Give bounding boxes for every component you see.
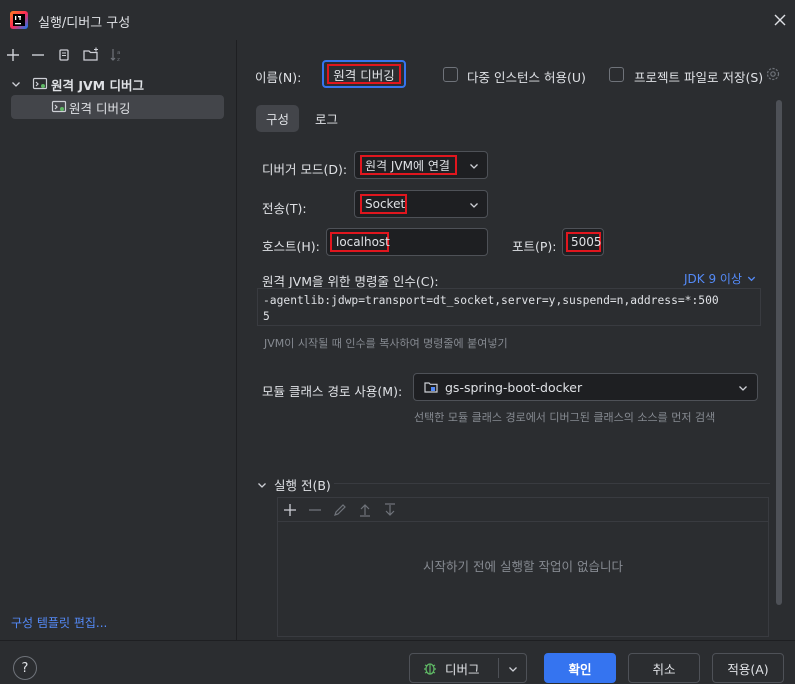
module-label: 모듈 클래스 경로 사용(M): [262, 384, 403, 399]
sort-icon[interactable]: az [108, 46, 126, 64]
tree-item-remote-debugging[interactable]: 원격 디버깅 [11, 95, 224, 119]
move-down-icon[interactable] [382, 502, 398, 518]
gear-icon[interactable] [765, 66, 781, 82]
name-field[interactable]: 원격 디버깅 [322, 60, 406, 88]
debugger-mode-value: 원격 JVM에 연결 [365, 158, 450, 173]
help-button[interactable]: ? [13, 656, 37, 680]
before-launch-toolbar [278, 498, 768, 522]
svg-text:a: a [117, 50, 120, 56]
save-to-project-checkbox[interactable] [609, 67, 624, 82]
tree-parent-label: 원격 JVM 디버그 [51, 77, 144, 93]
chevron-down-icon [468, 199, 480, 211]
add-icon[interactable] [4, 46, 22, 64]
module-value: gs-spring-boot-docker [445, 379, 583, 395]
window-title: 실행/디버그 구성 [38, 16, 131, 31]
port-input[interactable]: 5005 [562, 228, 604, 256]
debug-button[interactable]: 디버그 [409, 653, 527, 683]
name-field-value: 원격 디버깅 [333, 67, 395, 83]
name-label: 이름(N): [255, 70, 302, 85]
chevron-down-icon [746, 273, 757, 284]
apply-button[interactable]: 적용(A) [712, 653, 784, 683]
cmd-args-line2: 5 [263, 310, 270, 323]
allow-multiple-checkbox[interactable] [443, 67, 458, 82]
save-to-project-label: 프로젝트 파일로 저장(S) [634, 70, 764, 85]
remove-icon[interactable] [307, 502, 323, 518]
config-tree-panel [0, 40, 236, 640]
edit-templates-link[interactable]: 구성 템플릿 편집... [11, 614, 107, 631]
transport-label: 전송(T): [262, 201, 307, 216]
transport-select[interactable]: Socket [354, 190, 488, 218]
remove-icon[interactable] [29, 46, 47, 64]
tree-child-label: 원격 디버깅 [69, 100, 131, 116]
cmd-args-text[interactable]: -agentlib:jdwp=transport=dt_socket,serve… [257, 288, 761, 326]
debug-label: 디버그 [445, 661, 480, 677]
ok-button[interactable]: 확인 [544, 653, 616, 683]
tab-configuration[interactable]: 구성 [256, 105, 299, 132]
help-icon: ? [21, 660, 29, 676]
port-value: 5005 [571, 235, 602, 249]
split-divider [498, 658, 499, 678]
chevron-down-icon [468, 160, 480, 172]
close-icon[interactable] [770, 10, 790, 30]
folder-icon[interactable] [82, 46, 100, 64]
host-value: localhost [336, 235, 390, 249]
bug-icon [422, 660, 438, 676]
chevron-down-icon[interactable] [507, 663, 519, 675]
module-select[interactable]: gs-spring-boot-docker [413, 373, 758, 401]
allow-multiple-label: 다중 인스턴스 허용(U) [467, 70, 586, 85]
cmd-args-line1: -agentlib:jdwp=transport=dt_socket,serve… [263, 294, 719, 307]
chevron-down-icon [737, 382, 749, 394]
host-input[interactable]: localhost [326, 228, 488, 256]
intellij-logo-icon [10, 11, 28, 29]
tab-logs-label: 로그 [314, 112, 338, 127]
copy-icon[interactable] [55, 46, 73, 64]
port-label: 포트(P): [512, 239, 557, 254]
module-hint: 선택한 모듈 클래스 경로에서 디버그된 클래스의 소스를 먼저 검색 [414, 411, 716, 424]
scrollbar-thumb[interactable] [776, 100, 782, 605]
tree-item-remote-jvm-debug[interactable]: 원격 JVM 디버그 [10, 74, 230, 94]
jdk-version-dropdown[interactable]: JDK 9 이상 [684, 270, 757, 287]
remote-debug-icon [32, 76, 48, 92]
jdk-version-label: JDK 9 이상 [684, 272, 742, 286]
chevron-down-icon [256, 479, 268, 491]
section-divider [334, 483, 770, 484]
cancel-button[interactable]: 취소 [628, 653, 700, 683]
before-launch-label: 실행 전(B) [274, 478, 331, 493]
edit-icon[interactable] [332, 502, 348, 518]
debugger-mode-select[interactable]: 원격 JVM에 연결 [354, 151, 488, 179]
move-up-icon[interactable] [357, 502, 373, 518]
cmd-args-hint: JVM이 시작될 때 인수를 복사하여 명령줄에 붙여넣기 [264, 337, 508, 350]
tab-logs[interactable]: 로그 [305, 105, 348, 132]
tab-configuration-label: 구성 [265, 112, 289, 127]
before-launch-empty-text: 시작하기 전에 실행할 작업이 없습니다 [423, 559, 623, 574]
chevron-down-icon[interactable] [10, 78, 24, 90]
svg-text:z: z [117, 57, 120, 63]
debugger-mode-label: 디버거 모드(D): [262, 162, 348, 177]
host-label: 호스트(H): [262, 239, 320, 254]
module-folder-icon [423, 379, 439, 395]
remote-debug-icon [51, 99, 67, 115]
before-launch-header[interactable]: 실행 전(B) [256, 475, 331, 494]
transport-value: Socket [365, 197, 406, 211]
add-icon[interactable] [282, 502, 298, 518]
